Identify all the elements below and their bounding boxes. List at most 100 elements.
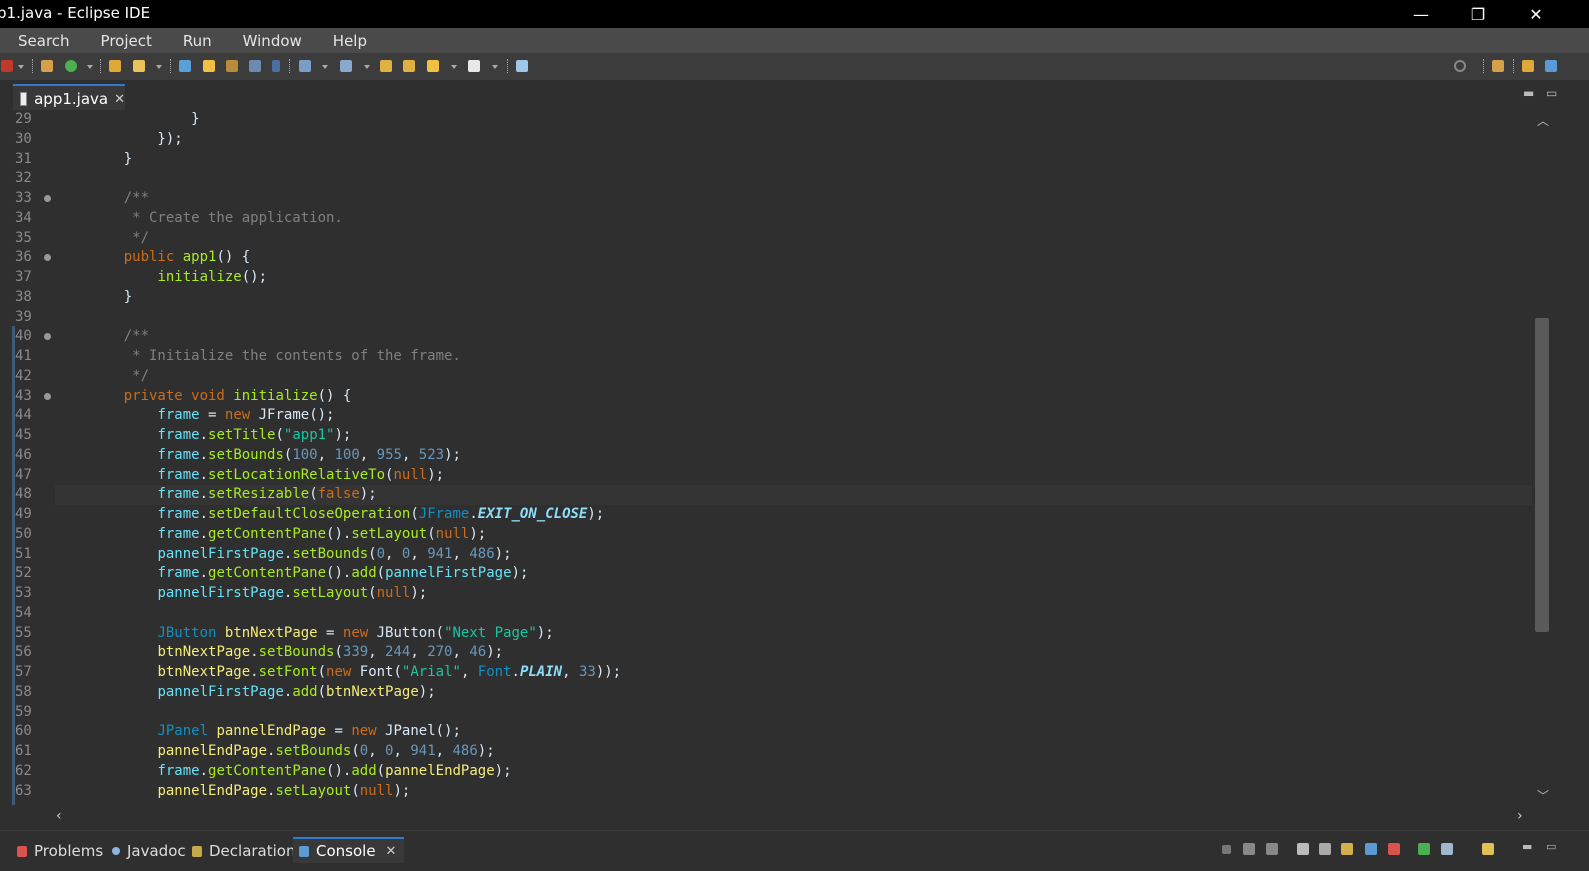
code-line[interactable]: pannelFirstPage.setBounds(0, 0, 941, 486… [90, 545, 1533, 565]
code-line[interactable]: } [90, 288, 1533, 308]
forward-edit-icon[interactable] [403, 60, 415, 72]
scroll-right-icon[interactable]: › [1517, 808, 1523, 824]
fold-toggle-icon[interactable] [44, 392, 51, 400]
code-line[interactable] [90, 604, 1533, 624]
menu-run[interactable]: Run [165, 32, 225, 50]
paragraph-icon[interactable] [272, 60, 280, 72]
tab-javadoc[interactable]: Javadoc [112, 839, 186, 863]
close-icon[interactable]: ✕ [386, 844, 397, 859]
brush-icon[interactable] [133, 60, 145, 72]
code-line[interactable] [90, 703, 1533, 723]
back-arrow-icon[interactable] [427, 60, 439, 72]
code-line[interactable]: frame.setDefaultCloseOperation(JFrame.EX… [90, 505, 1533, 525]
fold-toggle-icon[interactable] [44, 254, 51, 262]
code-line[interactable] [90, 169, 1533, 189]
scroll-down-icon[interactable]: ﹀ [1537, 787, 1549, 804]
code-line[interactable]: frame.setBounds(100, 100, 955, 523); [90, 446, 1533, 466]
restore-button[interactable]: ❐ [1450, 0, 1506, 28]
minimize-button[interactable]: — [1393, 0, 1449, 28]
maximize-editor-icon[interactable]: ▭ [1546, 86, 1557, 100]
menu-window[interactable]: Window [225, 32, 315, 50]
next-annotation-icon[interactable] [299, 60, 311, 72]
close-icon[interactable]: ✕ [114, 92, 125, 107]
chevron-down-icon[interactable] [451, 65, 457, 69]
menu-search[interactable]: Search [0, 32, 83, 50]
open-console-icon[interactable] [1482, 843, 1494, 855]
code-line[interactable]: frame.getContentPane().setLayout(null); [90, 525, 1533, 545]
code-line[interactable]: /** [90, 189, 1533, 209]
code-line[interactable]: */ [90, 229, 1533, 249]
open-type-icon[interactable] [226, 60, 238, 72]
code-line[interactable]: frame.setTitle("app1"); [90, 426, 1533, 446]
minimize-editor-icon[interactable]: ▬ [1523, 86, 1534, 100]
chevron-down-icon[interactable] [492, 65, 498, 69]
code-line[interactable] [90, 308, 1533, 328]
chevron-down-icon[interactable] [18, 65, 24, 69]
code-line[interactable]: frame.getContentPane().add(pannelEndPage… [90, 762, 1533, 782]
debug-perspective-icon[interactable] [1545, 60, 1557, 72]
terminal-icon[interactable] [516, 60, 528, 72]
chevron-down-icon[interactable] [87, 65, 93, 69]
code-area[interactable]: } }); } /** * Create the application. */… [55, 110, 1533, 802]
vertical-scrollbar[interactable]: ︿ ﹀ [1532, 110, 1552, 805]
code-line[interactable]: * Create the application. [90, 209, 1533, 229]
scroll-thumb[interactable] [1535, 318, 1549, 632]
code-editor[interactable]: 29 30 31 32 33 34 35 36 37 38 39 40 41 42 43 44 45 46 47 48… [12, 110, 1553, 805]
display-console-icon[interactable] [1441, 843, 1453, 855]
code-line[interactable]: public app1() { [90, 248, 1533, 268]
code-line[interactable]: } [90, 150, 1533, 170]
code-line[interactable]: JButton btnNextPage = new JButton("Next … [90, 624, 1533, 644]
debug-icon[interactable] [1, 60, 13, 72]
open-folder-icon[interactable] [109, 60, 121, 72]
code-line[interactable]: pannelEndPage.setLayout(null); [90, 782, 1533, 802]
code-line[interactable]: * Initialize the contents of the frame. [90, 347, 1533, 367]
scroll-lock-icon[interactable] [1319, 843, 1331, 855]
last-edit-icon[interactable] [380, 60, 392, 72]
remove-launch-icon[interactable] [1243, 843, 1255, 855]
pen-icon[interactable] [203, 60, 215, 72]
new-package-icon[interactable] [41, 60, 53, 72]
menu-help[interactable]: Help [315, 32, 380, 50]
scroll-up-icon[interactable]: ︿ [1537, 112, 1549, 129]
code-line[interactable]: } [90, 110, 1533, 130]
horizontal-scrollbar[interactable]: ‹ › [50, 808, 1532, 826]
code-line[interactable]: frame.setResizable(false); [55, 485, 1533, 505]
chevron-down-icon[interactable] [364, 65, 370, 69]
chevron-down-icon[interactable] [322, 65, 328, 69]
code-line[interactable]: private void initialize() { [90, 387, 1533, 407]
tab-declaration[interactable]: Declaration [192, 839, 295, 863]
fold-toggle-icon[interactable] [44, 333, 51, 341]
maximize-panel-icon[interactable]: ▭ [1546, 840, 1558, 853]
menu-project[interactable]: Project [83, 32, 165, 50]
word-wrap-icon[interactable] [1341, 843, 1353, 855]
code-line[interactable]: JPanel pannelEndPage = new JPanel(); [90, 722, 1533, 742]
tab-app1-java[interactable]: app1.java ✕ [13, 84, 125, 112]
code-line[interactable]: pannelFirstPage.setLayout(null); [90, 584, 1533, 604]
code-line[interactable]: */ [90, 367, 1533, 387]
toggle-mark-icon[interactable] [249, 60, 261, 72]
forward-arrow-icon[interactable] [468, 60, 480, 72]
code-line[interactable]: /** [90, 327, 1533, 347]
code-line[interactable]: pannelEndPage.setBounds(0, 0, 941, 486); [90, 742, 1533, 762]
fold-toggle-icon[interactable] [44, 195, 51, 202]
chevron-down-icon[interactable] [156, 65, 162, 69]
show-on-stdout-icon[interactable] [1365, 843, 1377, 855]
code-line[interactable]: }); [90, 130, 1533, 150]
code-line[interactable]: frame.setLocationRelativeTo(null); [90, 466, 1533, 486]
show-on-stderr-icon[interactable] [1388, 843, 1400, 855]
close-window-button[interactable]: ✕ [1508, 0, 1564, 28]
code-line[interactable]: frame.getContentPane().add(pannelFirstPa… [90, 564, 1533, 584]
search-references-icon[interactable] [179, 60, 191, 72]
clear-console-icon[interactable] [1297, 843, 1309, 855]
search-icon[interactable] [1454, 60, 1466, 72]
tab-console[interactable]: Console ✕ [293, 837, 405, 863]
run-icon[interactable] [65, 60, 77, 72]
remove-all-icon[interactable] [1266, 843, 1278, 855]
scroll-left-icon[interactable]: ‹ [56, 808, 62, 824]
code-line[interactable]: btnNextPage.setFont(new Font("Arial", Fo… [90, 663, 1533, 683]
prev-annotation-icon[interactable] [340, 60, 352, 72]
code-line[interactable]: pannelFirstPage.add(btnNextPage); [90, 683, 1533, 703]
terminate-icon[interactable] [1222, 845, 1231, 854]
minimize-panel-icon[interactable]: ▬ [1522, 840, 1534, 853]
java-perspective-icon[interactable] [1522, 60, 1534, 72]
